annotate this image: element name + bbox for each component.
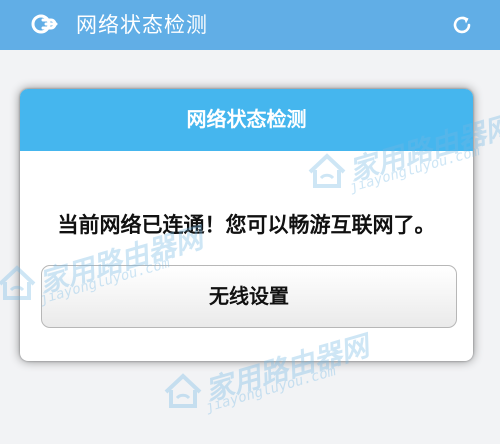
app-header: 网络状态检测: [0, 0, 500, 50]
header-title: 网络状态检测: [76, 13, 208, 37]
dialog-title: 网络状态检测: [186, 107, 307, 131]
refresh-icon[interactable]: [450, 13, 474, 37]
wireless-settings-button[interactable]: 无线设置: [41, 265, 457, 328]
network-status-dialog: 网络状态检测 当前网络已连通！您可以畅游互联网了。 无线设置: [20, 89, 473, 361]
dialog-message: 当前网络已连通！您可以畅游互联网了。: [57, 213, 436, 237]
dialog-header: 网络状态检测: [20, 89, 473, 151]
link-icon: [31, 14, 58, 34]
